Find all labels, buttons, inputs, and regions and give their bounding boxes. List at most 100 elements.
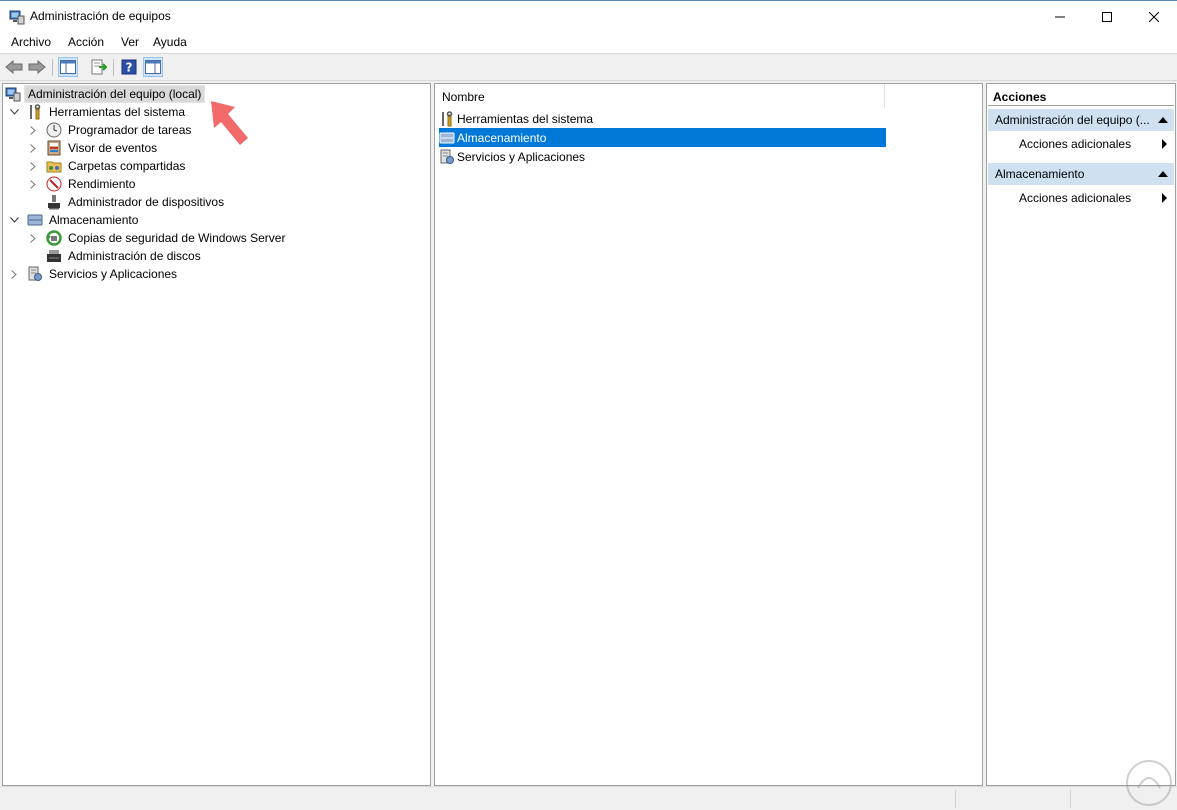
tools-icon (439, 110, 455, 127)
backup-icon (46, 230, 62, 246)
tree-item-programador[interactable]: Programador de tareas (27, 121, 194, 139)
tree-item-label: Copias de seguridad de Windows Server (68, 231, 286, 245)
chevron-down-icon[interactable] (8, 214, 20, 226)
collapse-triangle-icon[interactable] (1158, 117, 1168, 123)
chevron-down-icon[interactable] (8, 106, 20, 118)
chevron-right-icon[interactable] (27, 160, 39, 172)
show-hide-tree-button[interactable] (58, 57, 78, 77)
close-icon (1149, 11, 1159, 22)
menu-ayuda[interactable]: Ayuda (153, 35, 187, 49)
list-item[interactable]: Herramientas del sistema (439, 109, 886, 128)
back-arrow-icon (5, 60, 23, 74)
export-list-button[interactable] (89, 57, 109, 77)
status-divider (1070, 790, 1071, 808)
actions-section-almacenamiento[interactable]: Almacenamiento (988, 162, 1174, 185)
collapse-triangle-icon[interactable] (1158, 171, 1168, 177)
tree-item-label: Programador de tareas (68, 123, 192, 137)
computer-management-icon (9, 9, 25, 25)
action-item-label: Acciones adicionales (1019, 137, 1132, 151)
tree-item-label: Administrador de dispositivos (68, 195, 225, 209)
menu-ver[interactable]: Ver (121, 35, 139, 49)
column-header-name[interactable]: Nombre (442, 90, 485, 104)
toolbar-separator (52, 59, 53, 76)
actions-pane: Acciones Administración del equipo (... … (986, 83, 1176, 786)
help-button[interactable]: ? (119, 57, 139, 77)
help-icon: ? (121, 59, 137, 75)
navigation-tree-pane[interactable]: Administración del equipo (local) Herram… (2, 83, 431, 786)
watermark-logo-icon (1124, 758, 1174, 808)
tree-item-administracion-discos[interactable]: Administración de discos (27, 247, 204, 265)
chevron-right-icon[interactable] (27, 142, 39, 154)
minimize-button[interactable] (1037, 2, 1083, 31)
tree-item-label: Almacenamiento (49, 213, 139, 227)
tree-item-carpetas[interactable]: Carpetas compartidas (27, 157, 188, 175)
actions-section-title: Administración del equipo (... (995, 113, 1150, 127)
device-manager-icon (46, 194, 62, 210)
storage-icon (439, 130, 455, 146)
chevron-right-icon[interactable] (8, 268, 20, 280)
event-viewer-icon (46, 140, 62, 156)
tree-item-copias-seguridad[interactable]: Copias de seguridad de Windows Server (27, 229, 288, 247)
action-item-label: Acciones adicionales (1019, 191, 1132, 205)
performance-icon (46, 176, 62, 192)
forward-button[interactable] (27, 57, 47, 77)
status-divider (955, 790, 956, 808)
show-hide-actions-icon (145, 60, 161, 74)
submenu-arrow-icon (1162, 193, 1167, 203)
actions-section-equipo[interactable]: Administración del equipo (... (988, 108, 1174, 131)
tree-item-label: Administración de discos (68, 249, 201, 263)
tree-item-visor-eventos[interactable]: Visor de eventos (27, 139, 160, 157)
actions-header: Acciones (988, 85, 1174, 106)
menu-bar: Archivo Acción Ver Ayuda (0, 31, 1177, 53)
back-button[interactable] (4, 57, 24, 77)
chevron-right-icon[interactable] (27, 124, 39, 136)
tools-icon (27, 104, 43, 120)
close-button[interactable] (1131, 2, 1177, 31)
red-arrow-pointer-icon (205, 95, 265, 155)
acciones-adicionales-item[interactable]: Acciones adicionales (1019, 188, 1169, 208)
tree-item-administrador-dispositivos[interactable]: Administrador de dispositivos (27, 193, 227, 211)
menu-accion[interactable]: Acción (68, 35, 104, 49)
maximize-button[interactable] (1084, 2, 1130, 31)
menu-archivo[interactable]: Archivo (11, 35, 51, 49)
content-list-pane[interactable]: Nombre Herramientas del sistema Almacena… (434, 83, 983, 786)
tree-item-almacenamiento[interactable]: Almacenamiento (8, 211, 141, 229)
tree-root[interactable]: Administración del equipo (local) (5, 85, 206, 103)
tree-item-label: Carpetas compartidas (68, 159, 186, 173)
acciones-adicionales-item[interactable]: Acciones adicionales (1019, 134, 1169, 154)
list-item-label: Almacenamiento (457, 130, 547, 145)
show-hide-tree-icon (60, 60, 76, 74)
maximize-icon (1102, 11, 1112, 22)
list-header: Nombre (435, 84, 885, 108)
services-icon (27, 266, 43, 282)
tree-item-label: Servicios y Aplicaciones (49, 267, 178, 281)
window-title: Administración de equipos (30, 9, 171, 23)
tree-root-label: Administración del equipo (local) (24, 85, 206, 103)
chevron-right-icon[interactable] (27, 232, 39, 244)
tree-item-label: Rendimiento (68, 177, 136, 191)
submenu-arrow-icon (1162, 139, 1167, 149)
actions-section-title: Almacenamiento (995, 167, 1085, 181)
svg-text:?: ? (126, 61, 133, 75)
tree-item-servicios[interactable]: Servicios y Aplicaciones (8, 265, 180, 283)
minimize-icon (1055, 16, 1065, 17)
tree-item-label: Visor de eventos (68, 141, 158, 155)
tree-item-herramientas[interactable]: Herramientas del sistema (8, 103, 188, 121)
status-bar (0, 786, 1177, 810)
toolbar-separator (113, 59, 114, 76)
show-hide-actions-button[interactable] (143, 57, 163, 77)
no-expander (27, 196, 39, 208)
toolbar: ? (0, 53, 1177, 81)
shared-folder-icon (46, 158, 62, 174)
chevron-right-icon[interactable] (27, 178, 39, 190)
title-bar: Administración de equipos (0, 0, 1177, 31)
computer-management-icon (5, 86, 21, 102)
export-list-icon (91, 59, 107, 75)
services-icon (439, 149, 455, 165)
storage-icon (27, 212, 43, 228)
list-item[interactable]: Servicios y Aplicaciones (439, 147, 886, 166)
list-item-label: Servicios y Aplicaciones (457, 149, 586, 164)
no-expander (27, 250, 39, 262)
list-item-selected[interactable]: Almacenamiento (439, 128, 886, 147)
tree-item-rendimiento[interactable]: Rendimiento (27, 175, 138, 193)
